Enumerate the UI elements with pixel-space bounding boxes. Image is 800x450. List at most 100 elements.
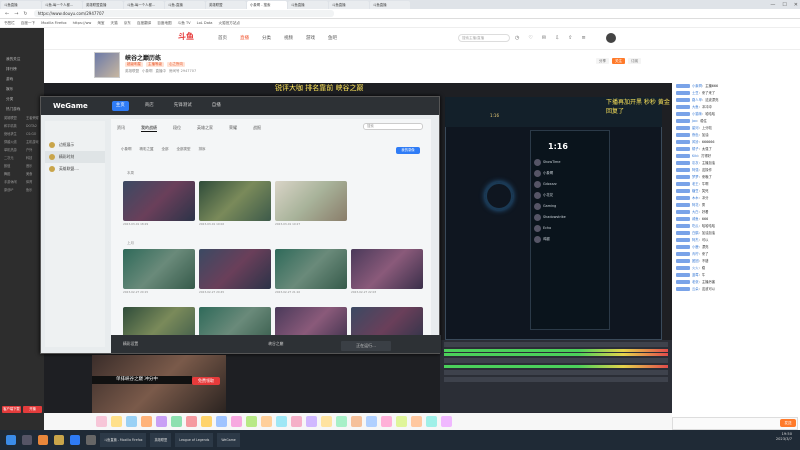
close-icon[interactable]: ✕ [794, 2, 798, 8]
streamer-avatar[interactable] [94, 52, 120, 78]
lobby-player[interactable]: ShowTime [531, 157, 609, 168]
gift-icon[interactable] [216, 416, 227, 427]
browser-tab[interactable]: 英雄联盟 [206, 0, 246, 9]
gift-icon[interactable] [321, 416, 332, 427]
replay-card[interactable]: 2023-02-27 20:45 [199, 249, 271, 294]
chat-username[interactable]: 咸鱼 [692, 217, 699, 221]
left-nav-category[interactable]: 舞蹈 [0, 170, 22, 178]
room-action-button[interactable]: 关注 [612, 58, 625, 64]
forward-icon[interactable]: → [14, 11, 18, 17]
left-nav-item[interactable]: 热门游戏 [0, 104, 44, 114]
maximize-icon[interactable]: ☐ [782, 2, 786, 8]
chat-username[interactable]: 阿花 [692, 203, 699, 207]
bookmark-item[interactable]: 百度一下 [21, 21, 35, 26]
chat-username[interactable]: 大白 [692, 210, 699, 214]
firefox-icon[interactable] [38, 435, 48, 445]
replay-card[interactable]: 2023-03-01 19:02 [199, 181, 271, 226]
browser-tab[interactable]: 斗鱼直播 [288, 0, 328, 9]
search-icon[interactable] [22, 435, 32, 445]
chat-username[interactable]: 路人甲 [692, 98, 702, 102]
my-replays-button[interactable]: 我的录像 [396, 147, 420, 154]
wegame-search-input[interactable]: 搜索 [363, 123, 423, 130]
bookmark-item[interactable]: 京东 [124, 21, 131, 26]
bookmark-item[interactable]: 斗鱼 TV [178, 21, 191, 26]
chat-username[interactable]: 大鱼 [692, 105, 699, 109]
chat-username[interactable]: 灰灰 [692, 161, 699, 165]
left-nav-category[interactable]: 原创IP [0, 186, 22, 194]
bookmark-item[interactable]: 百度地图 [157, 21, 171, 26]
wegame-filter[interactable]: 精彩之翼 [140, 147, 154, 152]
url-input[interactable]: https://www.douyu.com/2947707 [33, 10, 334, 17]
user-avatar[interactable] [606, 33, 616, 43]
left-nav-item[interactable]: 排行榜 [0, 64, 44, 74]
chat-username[interactable]: 木木 [692, 196, 699, 200]
replay-thumbnail[interactable] [199, 181, 271, 221]
bookmark-item[interactable]: 天猫 [111, 21, 118, 26]
chat-username[interactable]: 阿强 [692, 168, 699, 172]
wegame-filter[interactable]: 全部 [162, 147, 169, 152]
chat-username[interactable]: 小象啊 [692, 84, 702, 88]
wegame-icon[interactable] [70, 435, 80, 445]
chat-username[interactable]: 风铃 [692, 140, 699, 144]
browser-tab[interactable]: 英雄联盟直播 [83, 0, 123, 9]
wegame-tab[interactable]: 主页 [111, 101, 129, 111]
chat-username[interactable]: 团团 [692, 259, 699, 263]
league-icon[interactable] [54, 435, 64, 445]
replay-thumbnail[interactable] [123, 249, 195, 289]
chat-username[interactable]: 梦梦 [692, 175, 699, 179]
gift-icon[interactable] [171, 416, 182, 427]
bookmark-item[interactable]: 淘宝 [97, 21, 104, 26]
replay-card[interactable]: 2023-02-27 22:03 [351, 249, 423, 294]
bookmark-item[interactable]: 百度翻译 [137, 21, 151, 26]
wegame-tab[interactable]: 自播 [208, 101, 225, 111]
gift-icon[interactable] [141, 416, 152, 427]
site-search-input[interactable]: 搜索主播/直播 [458, 34, 510, 42]
replay-card[interactable]: 2023-03-01 19:27 [275, 181, 347, 226]
left-nav-category[interactable]: 手游休闲 [0, 178, 22, 186]
lobby-player[interactable]: Gdzzzzz [531, 179, 609, 190]
chat-username[interactable]: 小猫咪 [692, 112, 702, 116]
gift-icon[interactable] [336, 416, 347, 427]
bookmark-item[interactable]: 书签栏 [4, 21, 15, 26]
left-nav-item[interactable]: 分类 [0, 94, 44, 104]
taskbar-app[interactable]: League of Legends [175, 433, 214, 447]
gift-icon[interactable] [411, 416, 422, 427]
chat-username[interactable]: 橘子 [692, 147, 699, 151]
lobby-player[interactable]: 小花花 [531, 190, 609, 201]
bookmark-item[interactable]: Mozilla Firefox [41, 21, 66, 25]
minimize-icon[interactable]: — [770, 2, 775, 8]
wegame-tab[interactable]: 先锋测试 [170, 101, 196, 111]
gift-icon[interactable] [396, 416, 407, 427]
left-nav-category[interactable]: 和平精英 [0, 122, 22, 130]
replay-card[interactable]: 2023-02-27 20:15 [123, 249, 195, 294]
left-nav-category[interactable]: 英雄联盟 [0, 114, 22, 122]
gift-icon[interactable] [426, 416, 437, 427]
gift-icon[interactable] [276, 416, 287, 427]
upload-icon[interactable]: ⇧ [568, 35, 572, 41]
wegame-side-item[interactable]: 英雄联盟-... [45, 163, 105, 175]
bookmark-item[interactable]: 火狐官方站点 [219, 21, 241, 26]
site-nav-item[interactable]: 游戏 [306, 35, 315, 41]
find-match-ring[interactable] [485, 182, 513, 210]
site-nav-item[interactable]: 视频 [284, 35, 293, 41]
obs-icon[interactable] [86, 435, 96, 445]
wegame-filter[interactable]: 排序 [199, 147, 206, 152]
gift-icon[interactable] [96, 416, 107, 427]
left-nav-category[interactable]: 颜值 [0, 162, 22, 170]
bookmark-item[interactable]: https://ww [73, 21, 92, 25]
follow-icon[interactable]: ♡ [528, 35, 532, 41]
browser-tab[interactable]: 斗鱼-每一个人都... [42, 0, 82, 9]
chat-username[interactable]: 云朵 [692, 287, 699, 291]
send-button[interactable]: 发送 [780, 419, 796, 427]
browser-tab[interactable]: 斗鱼-直播 [165, 0, 205, 9]
gift-icon[interactable] [381, 416, 392, 427]
back-icon[interactable]: ← [5, 11, 9, 17]
gift-icon[interactable] [126, 416, 137, 427]
chat-username[interactable]: 老王 [692, 182, 699, 186]
room-action-button[interactable]: 分享 [596, 58, 609, 64]
left-nav-category[interactable]: 二次元 [0, 154, 22, 162]
menu-icon[interactable]: ≡ [581, 35, 585, 41]
lobby-player[interactable]: Shadowstrike [531, 212, 609, 223]
site-nav-item[interactable]: 分类 [262, 35, 271, 41]
gift-icon[interactable] [201, 416, 212, 427]
